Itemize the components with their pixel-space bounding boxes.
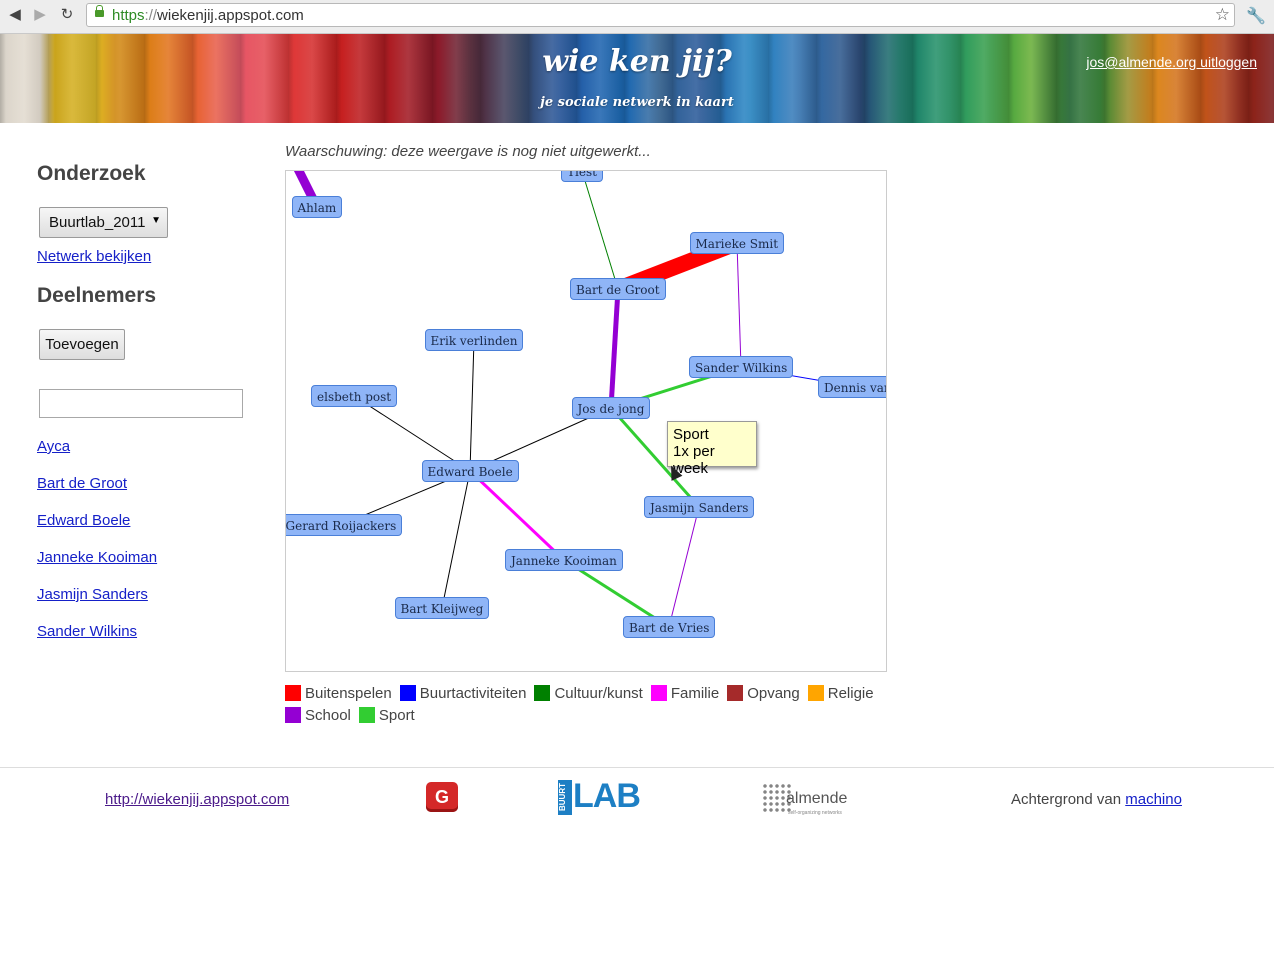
add-participant-button[interactable]: Toevoegen — [39, 329, 125, 360]
graph-node[interactable]: elsbeth post — [311, 385, 398, 407]
legend-label: Familie — [670, 685, 720, 702]
graph-node[interactable]: Bart de Groot — [570, 278, 666, 300]
address-bar[interactable]: https://wiekenjij.appspot.com ☆ — [86, 3, 1235, 27]
graph-node[interactable]: Edward Boele — [421, 460, 519, 482]
background-credit: Achtergrond van machino — [1011, 791, 1182, 808]
graph-node[interactable]: Erik verlinden — [424, 329, 524, 351]
graph-edge[interactable] — [441, 470, 471, 609]
graph-node[interactable]: Ahlam — [291, 196, 343, 218]
legend-swatch — [358, 707, 375, 723]
legend-label: Religie — [827, 685, 874, 702]
research-heading: Onderzoek — [37, 162, 146, 185]
graph-edge[interactable] — [668, 506, 700, 628]
legend-swatch — [727, 685, 744, 701]
participants-heading: Deelnemers — [37, 284, 157, 307]
participant-link[interactable]: Janneke Kooiman — [37, 549, 157, 566]
participant-link[interactable]: Sander Wilkins — [37, 623, 137, 640]
graph-node[interactable]: Sander Wilkins — [689, 356, 794, 378]
footer-site-link[interactable]: http://wiekenjij.appspot.com — [105, 791, 289, 808]
graph-edge[interactable] — [581, 171, 619, 290]
buurtlab-logo[interactable]: BUURT LAB — [558, 777, 641, 815]
graph-node[interactable]: Bart Kleijweg — [394, 597, 490, 619]
almende-logo-text: almende — [786, 790, 848, 807]
participant-input[interactable] — [39, 389, 243, 418]
legend-swatch — [534, 685, 551, 701]
legend-item: Buitenspelen — [285, 683, 392, 705]
legend-swatch — [650, 685, 667, 701]
graph-edges — [293, 171, 859, 629]
reload-icon[interactable]: ↻ — [57, 5, 77, 25]
dropdown-arrow-icon: ▼ — [151, 215, 161, 226]
graph-node[interactable]: Gerard Roijackers — [286, 514, 403, 536]
google-app-logo-letter: G — [434, 787, 449, 807]
browser-toolbar: ◀ ▶ ↻ https://wiekenjij.appspot.com ☆ 🔧 — [0, 0, 1274, 34]
legend-label: Sport — [378, 707, 415, 724]
legend: Buitenspelen Buurtactiviteiten Cultuur/kun… — [285, 683, 905, 727]
research-select-value: Buurtlab_2011 — [49, 214, 146, 231]
tooltip-frequency: 1x per week — [673, 443, 715, 477]
view-network-link[interactable]: Netwerk bekijken — [37, 248, 151, 265]
participant-link[interactable]: Edward Boele — [37, 512, 130, 529]
logout-link[interactable]: jos@almende.org uitloggen — [1086, 54, 1257, 70]
graph-node[interactable]: Bart de Vries — [623, 616, 716, 638]
edge-tooltip: Sport 1x per week — [667, 421, 757, 477]
network-graph[interactable]: Tiest Ahlam Marieke Smit Bart de Groot Erik … — [285, 170, 887, 672]
graph-edge[interactable] — [736, 242, 742, 368]
header-banner: wie ken jij? je sociale netwerk in kaart… — [0, 34, 1274, 123]
bookmark-star-icon[interactable]: ☆ — [1215, 5, 1230, 25]
graph-edge[interactable] — [608, 288, 621, 409]
url-text: https://wiekenjij.appspot.com — [112, 7, 304, 24]
legend-item: Familie — [650, 683, 720, 705]
legend-item: Religie — [807, 683, 874, 705]
participant-link[interactable]: Bart de Groot — [37, 475, 127, 492]
almende-logo-tag: self-organizing networks — [788, 810, 842, 816]
legend-label: Cultuur/kunst — [554, 685, 643, 702]
graph-node[interactable]: Tiest — [561, 171, 603, 182]
graph-node[interactable]: Jos de jong — [571, 397, 651, 419]
legend-item: Cultuur/kunst — [534, 683, 643, 705]
legend-label: Opvang — [747, 685, 800, 702]
legend-swatch — [807, 685, 824, 701]
almende-logo[interactable]: almende self-organizing networks — [762, 780, 850, 816]
forward-icon[interactable]: ▶ — [30, 5, 50, 25]
footer-divider — [0, 767, 1274, 768]
credit-text: Achtergrond van — [1011, 791, 1122, 808]
credit-link[interactable]: machino — [1125, 791, 1182, 808]
legend-label: Buurtactiviteiten — [419, 685, 527, 702]
research-select[interactable]: Buurtlab_2011 ▼ — [39, 207, 168, 238]
buurtlab-logo-small: BUURT — [558, 780, 572, 815]
lock-icon — [95, 5, 104, 17]
legend-swatch — [399, 685, 416, 701]
participant-link[interactable]: Ayca — [37, 438, 70, 455]
legend-swatch — [285, 685, 301, 701]
legend-swatch — [285, 707, 301, 723]
site-title: wie ken jij? — [542, 44, 732, 79]
buurtlab-logo-big: LAB — [573, 777, 641, 815]
graph-node[interactable]: Jasmijn Sanders — [644, 496, 755, 518]
graph-node[interactable]: Marieke Smit — [689, 232, 785, 254]
graph-edge[interactable] — [469, 339, 475, 472]
tooltip-category: Sport — [673, 426, 709, 443]
back-icon[interactable]: ◀ — [5, 5, 25, 25]
graph-node[interactable]: Janneke Kooiman — [505, 549, 623, 571]
legend-label: School — [305, 707, 351, 724]
google-app-logo[interactable]: G — [426, 782, 458, 812]
graph-edge[interactable] — [468, 469, 566, 562]
participant-link[interactable]: Jasmijn Sanders — [37, 586, 148, 603]
site-subtitle: je sociale netwerk in kaart — [540, 95, 734, 110]
graph-node[interactable]: Dennis van — [818, 376, 886, 398]
wrench-icon[interactable]: 🔧 — [1246, 6, 1266, 26]
warning-text: Waarschuwing: deze weergave is nog niet … — [285, 143, 651, 160]
legend-item: Sport — [358, 705, 415, 727]
legend-item: School — [285, 705, 351, 727]
legend-label: Buitenspelen — [305, 685, 392, 702]
legend-item: Opvang — [727, 683, 800, 705]
legend-item: Buurtactiviteiten — [399, 683, 527, 705]
